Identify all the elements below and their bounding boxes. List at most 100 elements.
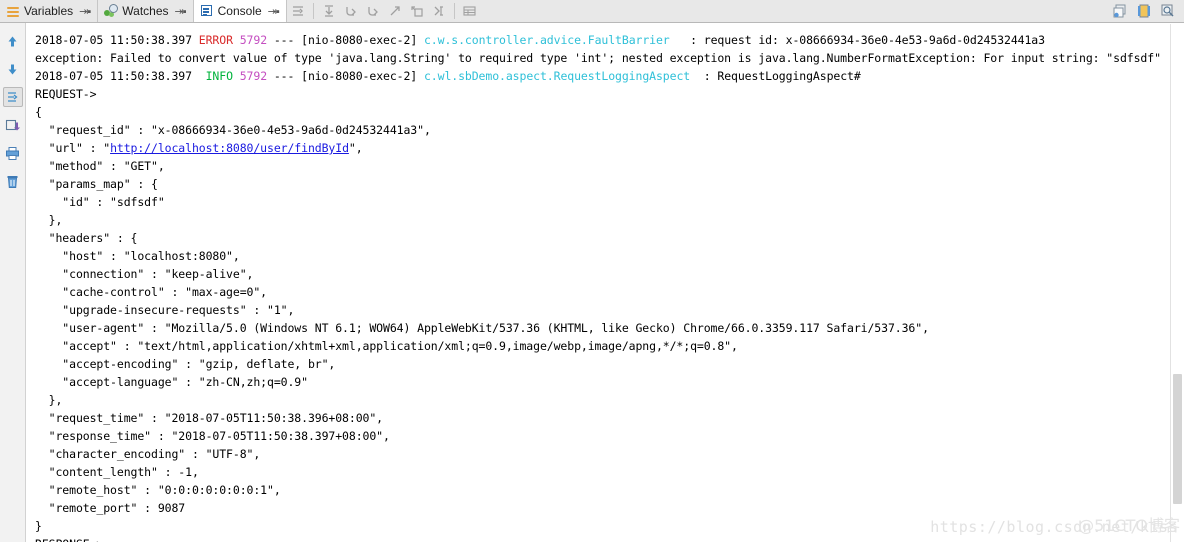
variables-icon [6, 4, 20, 18]
console-log-segment: 2018-07-05 11:50:38.397 [35, 33, 199, 47]
console-log-line: RESPONSE-> [35, 535, 1184, 542]
console-log-line: "headers" : { [35, 229, 1184, 247]
console-log-segment: "accept-encoding" : "gzip, deflate, br", [35, 357, 336, 371]
table-view-icon[interactable] [459, 0, 481, 22]
console-log-line: "remote_host" : "0:0:0:0:0:0:0:1", [35, 481, 1184, 499]
console-log-segment: "request_time" : "2018-07-05T11:50:38.39… [35, 411, 384, 425]
step-over-icon[interactable] [340, 0, 362, 22]
console-log-line: }, [35, 391, 1184, 409]
toolbar-divider-1 [312, 3, 314, 19]
soft-wrap-toggle[interactable] [2, 87, 23, 107]
console-log-segment: "response_time" : "2018-07-05T11:50:38.3… [35, 429, 390, 443]
console-log-segment: : request id: x-08666934-36e0-4e53-9a6d-… [669, 33, 1045, 47]
console-log-segment: ", [348, 141, 363, 155]
console-log-line: "cache-control" : "max-age=0", [35, 283, 1184, 301]
print-icon[interactable] [3, 143, 23, 163]
console-log-segment: "method" : "GET", [35, 159, 165, 173]
console-log-segment: "remote_host" : "0:0:0:0:0:0:0:1", [35, 483, 281, 497]
console-vertical-scrollbar[interactable] [1170, 24, 1184, 542]
clear-all-icon[interactable] [3, 171, 23, 191]
console-log-segment: : RequestLoggingAspect# [690, 69, 861, 83]
tab-watches[interactable]: Watches ⇥▪ [98, 0, 194, 22]
console-log-line: "method" : "GET", [35, 157, 1184, 175]
console-log-segment: RESPONSE-> [35, 537, 103, 542]
console-log-segment: "accept-language" : "zh-CN,zh;q=0.9" [35, 375, 308, 389]
console-log-line: "accept" : "text/html,application/xhtml+… [35, 337, 1184, 355]
console-log-text: 2018-07-05 11:50:38.397 ERROR 5792 --- [… [27, 24, 1184, 542]
inspect-icon[interactable] [1156, 0, 1180, 22]
console-icon [200, 4, 214, 18]
console-log-line: REQUEST-> [35, 85, 1184, 103]
console-log-segment: c.wl.sbDemo.aspect.RequestLoggingAspect [423, 69, 691, 83]
console-toolbar: Variables ⇥▪ Watches ⇥▪ Console ⇥▪ [0, 0, 1184, 23]
console-log-line: "character_encoding" : "UTF-8", [35, 445, 1184, 463]
console-log-segment [233, 69, 240, 83]
console-log-line: }, [35, 211, 1184, 229]
toolbar-divider-2 [453, 3, 455, 19]
console-log-line: "connection" : "keep-alive", [35, 265, 1184, 283]
watches-icon [104, 4, 119, 18]
console-log-segment: --- [nio-8080-exec-2] [267, 33, 424, 47]
console-log-segment [233, 33, 240, 47]
console-log-segment: INFO [205, 69, 233, 83]
console-log-segment: "user-agent" : "Mozilla/5.0 (Windows NT … [35, 321, 929, 335]
console-log-line: "accept-language" : "zh-CN,zh;q=0.9" [35, 373, 1184, 391]
step-into-icon[interactable] [362, 0, 384, 22]
toolbar-right-group [1108, 0, 1184, 22]
console-log-segment: "upgrade-insecure-requests" : "1", [35, 303, 295, 317]
console-log-line: "request_id" : "x-08666934-36e0-4e53-9a6… [35, 121, 1184, 139]
down-arrow-icon[interactable] [3, 59, 23, 79]
console-log-line: "request_time" : "2018-07-05T11:50:38.39… [35, 409, 1184, 427]
watermark-brand: @51CTO博客 [1078, 516, 1180, 535]
console-log-line: "response_time" : "2018-07-05T11:50:38.3… [35, 427, 1184, 445]
console-log-segment: "headers" : { [35, 231, 138, 245]
console-log-line: "url" : "http://localhost:8080/user/find… [35, 139, 1184, 157]
console-log-segment: "url" : " [35, 141, 111, 155]
console-log-segment: --- [nio-8080-exec-2] [267, 69, 424, 83]
step-out-icon[interactable] [384, 0, 406, 22]
scroll-to-end-icon[interactable] [318, 0, 340, 22]
console-output-panel[interactable]: 2018-07-05 11:50:38.397 ERROR 5792 --- [… [27, 24, 1184, 542]
console-log-segment: c.w.s.controller.advice.FaultBarrier [423, 33, 670, 47]
console-log-segment: "host" : "localhost:8080", [35, 249, 240, 263]
console-log-line: 2018-07-05 11:50:38.397 ERROR 5792 --- [… [35, 31, 1184, 49]
console-log-segment: ERROR [198, 33, 233, 47]
copy-stack-icon[interactable] [1108, 0, 1132, 22]
console-log-line: "remote_port" : 9087 [35, 499, 1184, 517]
console-log-line: } [35, 517, 1184, 535]
thread-dump-icon[interactable] [1132, 0, 1156, 22]
console-log-line: "host" : "localhost:8080", [35, 247, 1184, 265]
scroll-to-end-icon[interactable] [3, 115, 23, 135]
console-log-segment: "content_length" : -1, [35, 465, 199, 479]
up-arrow-icon[interactable] [3, 31, 23, 51]
console-log-line: { [35, 103, 1184, 121]
console-log-segment: } [35, 519, 42, 533]
drop-frame-icon[interactable] [406, 0, 428, 22]
console-log-segment: "id" : "sdfsdf" [35, 195, 165, 209]
console-log-line: "user-agent" : "Mozilla/5.0 (Windows NT … [35, 319, 1184, 337]
console-log-segment: "params_map" : { [35, 177, 158, 191]
scrollbar-thumb[interactable] [1173, 374, 1182, 504]
tab-watches-pin-icon[interactable]: ⇥▪ [175, 5, 187, 18]
tab-console-pin-icon[interactable]: ⇥▪ [268, 5, 280, 18]
console-log-segment: 5792 [239, 69, 268, 83]
console-log-line: "accept-encoding" : "gzip, deflate, br", [35, 355, 1184, 373]
console-log-segment: 5792 [239, 33, 268, 47]
evaluate-expression-icon[interactable] [428, 0, 450, 22]
console-log-line: "content_length" : -1, [35, 463, 1184, 481]
console-log-segment: "remote_port" : 9087 [35, 501, 186, 515]
tab-variables-label: Variables [24, 4, 74, 18]
console-link[interactable]: http://localhost:8080/user/findById [110, 141, 349, 155]
console-log-line: 2018-07-05 11:50:38.397 INFO 5792 --- [n… [35, 67, 1184, 85]
console-log-segment: "accept" : "text/html,application/xhtml+… [35, 339, 738, 353]
tab-console-label: Console [217, 4, 262, 18]
console-log-line: "id" : "sdfsdf" [35, 193, 1184, 211]
tab-variables[interactable]: Variables ⇥▪ [0, 0, 99, 22]
soft-wrap-icon[interactable] [287, 0, 309, 22]
console-log-segment: "request_id" : "x-08666934-36e0-4e53-9a6… [35, 123, 431, 137]
tab-variables-pin-icon[interactable]: ⇥▪ [79, 5, 91, 18]
tab-console[interactable]: Console ⇥▪ [193, 0, 287, 22]
console-side-toolbar [0, 23, 26, 542]
console-log-segment: 2018-07-05 11:50:38.397 [35, 69, 206, 83]
console-log-segment: "cache-control" : "max-age=0", [35, 285, 268, 299]
